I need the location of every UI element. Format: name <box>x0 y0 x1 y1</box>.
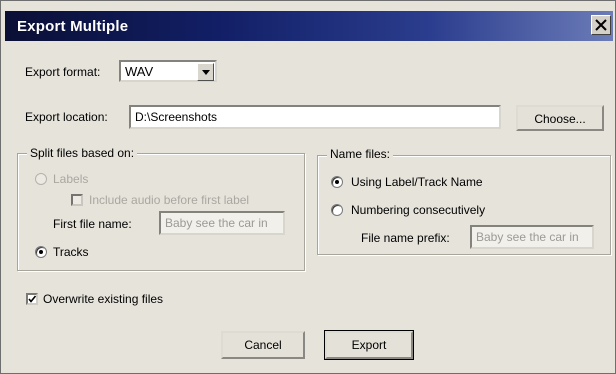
file-name-prefix-input[interactable]: Baby see the car in <box>470 225 594 249</box>
overwrite-label: Overwrite existing files <box>43 292 164 306</box>
close-icon <box>595 19 607 31</box>
split-files-caption: Split files based on: <box>27 146 138 160</box>
export-multiple-dialog: Export Multiple Export format: WAV Expor… <box>0 0 616 374</box>
export-button[interactable]: Export <box>324 330 414 360</box>
cancel-button[interactable]: Cancel <box>221 331 305 359</box>
file-name-prefix-value: Baby see the car in <box>476 230 579 244</box>
export-format-select[interactable]: WAV <box>119 60 217 82</box>
close-button[interactable] <box>591 15 611 35</box>
choose-button-label: Choose... <box>534 112 586 126</box>
export-format-label: Export format: <box>25 65 101 79</box>
cancel-button-label: Cancel <box>244 338 282 352</box>
first-file-name-value: Baby see the car in <box>165 216 268 230</box>
tracks-radio-label: Tracks <box>53 245 89 259</box>
chevron-down-icon[interactable] <box>197 63 214 81</box>
export-format-value: WAV <box>125 64 154 79</box>
export-location-input[interactable]: D:\Screenshots <box>129 105 501 129</box>
export-button-label: Export <box>351 338 387 352</box>
first-file-name-label: First file name: <box>53 217 132 231</box>
window-title: Export Multiple <box>17 18 129 35</box>
tracks-radio[interactable] <box>35 246 47 258</box>
labels-radio-label: Labels <box>53 172 89 186</box>
include-audio-label: Include audio before first label <box>89 193 250 207</box>
name-files-caption: Name files: <box>327 147 394 161</box>
export-location-label: Export location: <box>25 110 108 124</box>
title-bar[interactable]: Export Multiple <box>5 11 613 41</box>
first-file-name-input[interactable]: Baby see the car in <box>159 211 285 235</box>
overwrite-checkbox[interactable] <box>26 293 38 305</box>
checkmark-icon <box>28 295 36 303</box>
using-label-radio-label: Using Label/Track Name <box>351 175 483 189</box>
include-audio-checkbox[interactable] <box>71 194 83 206</box>
numbering-radio-label: Numbering consecutively <box>351 203 486 217</box>
using-label-radio[interactable] <box>331 176 343 188</box>
labels-radio[interactable] <box>35 173 47 185</box>
numbering-radio[interactable] <box>331 204 343 216</box>
choose-button[interactable]: Choose... <box>516 105 604 131</box>
file-name-prefix-label: File name prefix: <box>361 231 450 245</box>
export-location-value: D:\Screenshots <box>135 110 218 124</box>
